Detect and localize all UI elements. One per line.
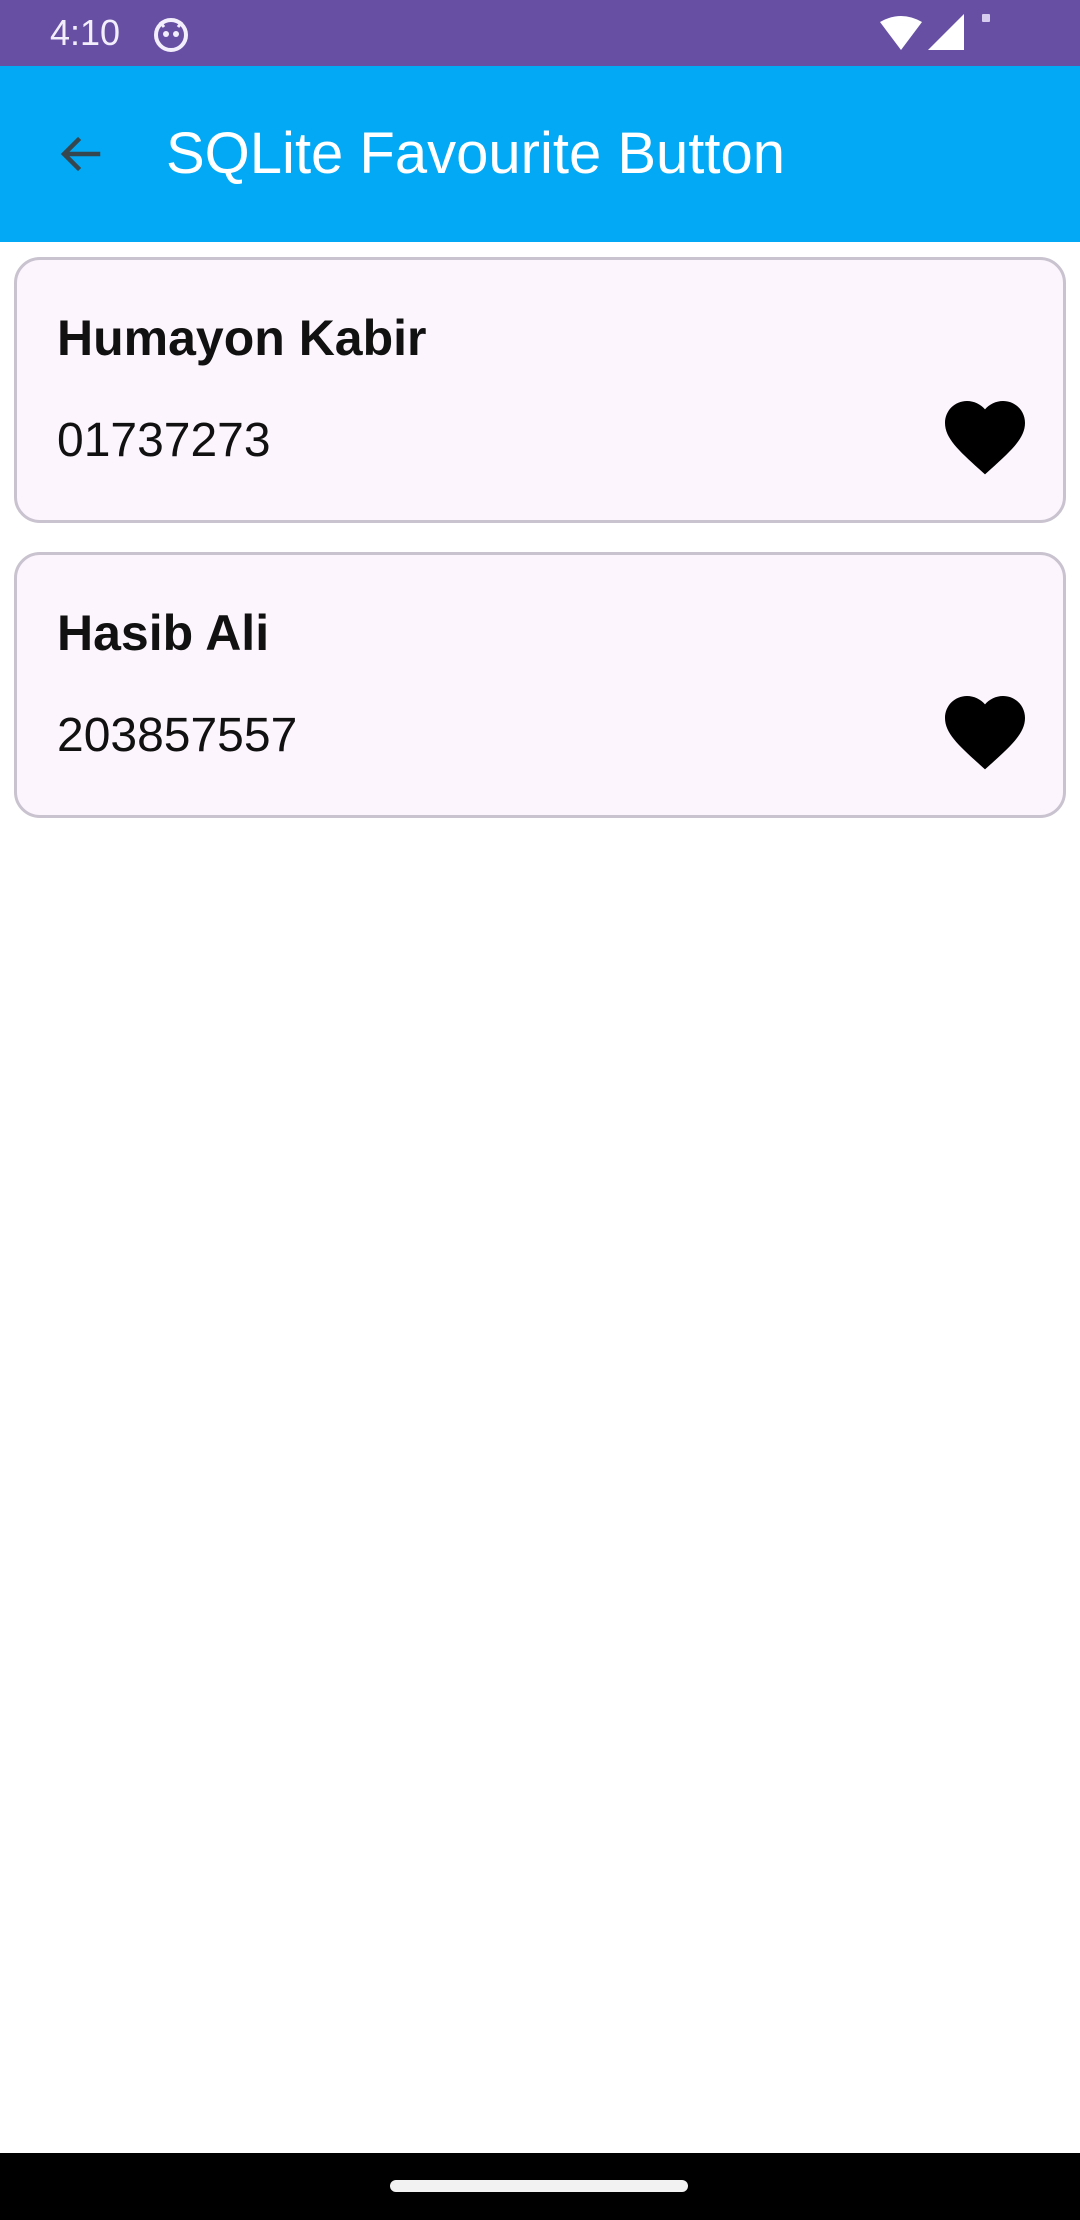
contact-phone: 01737273 xyxy=(57,414,271,467)
signal-icon xyxy=(928,14,964,50)
favourite-button[interactable] xyxy=(935,390,1035,490)
home-gesture-handle[interactable] xyxy=(390,2180,688,2192)
contact-name: Humayon Kabir xyxy=(57,310,427,366)
contact-card[interactable]: Humayon Kabir 01737273 xyxy=(14,257,1066,523)
contact-list: Humayon Kabir 01737273 Hasib Ali 2038575… xyxy=(14,257,1066,847)
app-notification-icon xyxy=(154,18,188,52)
status-time: 4:10 xyxy=(50,12,121,53)
page-title: SQLite Favourite Button xyxy=(166,121,785,186)
navigation-bar xyxy=(0,2153,1080,2220)
status-bar: 4:10 xyxy=(0,0,1080,66)
battery-icon xyxy=(982,14,990,22)
heart-filled-icon xyxy=(945,401,1025,475)
arrow-back-icon xyxy=(60,136,101,172)
heart-filled-icon xyxy=(945,696,1025,770)
favourite-button[interactable] xyxy=(935,685,1035,785)
wifi-icon xyxy=(880,16,922,50)
app-bar: SQLite Favourite Button xyxy=(0,66,1080,242)
back-button[interactable] xyxy=(40,114,120,194)
contact-phone: 203857557 xyxy=(57,709,298,762)
contact-card[interactable]: Hasib Ali 203857557 xyxy=(14,552,1066,818)
contact-name: Hasib Ali xyxy=(57,605,270,661)
